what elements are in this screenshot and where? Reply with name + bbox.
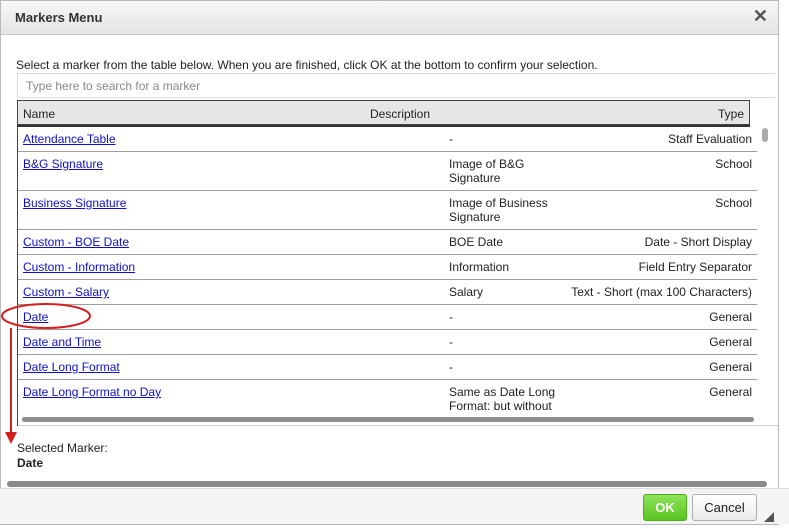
selected-marker-label: Selected Marker: <box>17 441 108 455</box>
table-row[interactable]: Attendance Table - Staff Evaluation <box>18 127 757 152</box>
marker-type: General <box>709 385 752 399</box>
marker-type: School <box>715 157 752 171</box>
marker-description: Image of Business Signature <box>449 196 548 224</box>
cancel-button[interactable]: Cancel <box>692 494 757 521</box>
marker-description: - <box>449 310 453 324</box>
marker-type: School <box>715 196 752 210</box>
table-vertical-scrollbar[interactable] <box>762 128 768 142</box>
marker-description: Salary <box>449 285 484 299</box>
marker-description: Information <box>449 260 510 274</box>
table-body: Attendance Table - Staff Evaluation B&G … <box>18 127 757 426</box>
dialog-horizontal-scrollbar[interactable] <box>7 481 767 487</box>
marker-type: General <box>709 310 752 324</box>
marker-description: - <box>449 335 453 349</box>
marker-link[interactable]: Business Signature <box>23 196 126 210</box>
marker-type: Field Entry Separator <box>638 260 752 274</box>
marker-link[interactable]: Attendance Table <box>23 132 116 146</box>
marker-description: Image of B&G Signature <box>449 157 525 185</box>
marker-description: BOE Date <box>449 235 504 249</box>
title-bar[interactable]: Markers Menu ✕ <box>1 1 778 35</box>
marker-type: General <box>709 335 752 349</box>
marker-link[interactable]: Custom - Salary <box>23 285 109 299</box>
marker-link[interactable]: Custom - BOE Date <box>23 235 129 249</box>
column-header-name[interactable]: Name <box>23 107 55 121</box>
selected-marker-value: Date <box>17 456 44 470</box>
search-input[interactable] <box>17 73 775 98</box>
marker-link[interactable]: Date Long Format <box>23 360 120 374</box>
column-header-description[interactable]: Description <box>370 107 430 121</box>
close-icon[interactable]: ✕ <box>753 7 768 25</box>
table-row[interactable]: Custom - Information Information Field E… <box>18 255 757 280</box>
marker-link[interactable]: Custom - Information <box>23 260 135 274</box>
table-row[interactable]: Date and Time - General <box>18 330 757 355</box>
table-horizontal-scrollbar[interactable] <box>22 417 754 422</box>
table-row[interactable]: Custom - BOE Date BOE Date Date - Short … <box>18 230 757 255</box>
marker-link[interactable]: Date Long Format no Day <box>23 385 161 399</box>
table-row[interactable]: Business Signature Image of Business Sig… <box>18 191 757 230</box>
table-bottom-border <box>18 425 778 426</box>
marker-description: - <box>449 132 453 146</box>
ok-button[interactable]: OK <box>643 494 687 521</box>
column-header-type[interactable]: Type <box>718 107 744 121</box>
dialog-title: Markers Menu <box>15 10 103 25</box>
marker-description: Same as Date Long Format: but without <box>449 385 556 413</box>
table-row-selected[interactable]: Date - General <box>18 305 757 330</box>
marker-link[interactable]: Date and Time <box>23 335 101 349</box>
marker-type: Staff Evaluation <box>668 132 752 146</box>
marker-description: - <box>449 360 453 374</box>
table-header: Name Description Type <box>18 100 750 125</box>
marker-link[interactable]: B&G Signature <box>23 157 103 171</box>
marker-type: General <box>709 360 752 374</box>
markers-table: Name Description Type Attendance Table -… <box>17 100 778 426</box>
resize-grip-icon[interactable] <box>764 512 774 522</box>
instructions-text: Select a marker from the table below. Wh… <box>16 58 598 72</box>
table-row[interactable]: B&G Signature Image of B&G Signature Sch… <box>18 152 757 191</box>
table-row[interactable]: Date Long Format - General <box>18 355 757 380</box>
marker-type: Text - Short (max 100 Characters) <box>571 285 752 299</box>
marker-link[interactable]: Date <box>23 310 48 324</box>
table-row[interactable]: Custom - Salary Salary Text - Short (max… <box>18 280 757 305</box>
marker-type: Date - Short Display <box>644 235 752 249</box>
